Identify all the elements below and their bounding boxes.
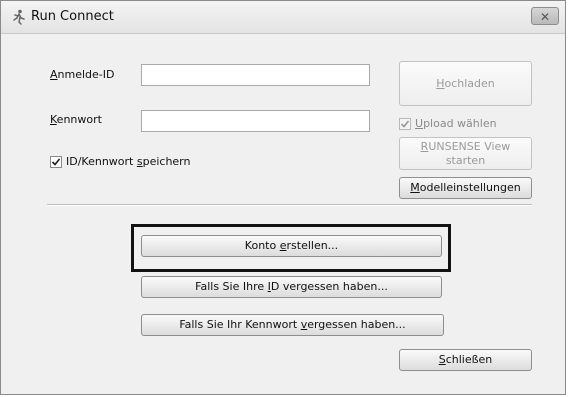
upload-button[interactable]: Hochladen <box>399 61 532 106</box>
run-connect-window: Run Connect ✕ Anmelde-ID Kennwort ID/Ken… <box>0 0 566 395</box>
login-id-label: Anmelde-ID <box>50 68 115 81</box>
checkmark-icon <box>51 158 61 166</box>
forgot-password-button[interactable]: Falls Sie Ihr Kennwort vergessen haben..… <box>141 314 444 336</box>
close-button[interactable]: Schließen <box>399 349 532 371</box>
runner-icon <box>11 9 27 25</box>
runsense-view-line2: starten <box>445 154 486 167</box>
close-icon: ✕ <box>539 10 551 24</box>
save-credentials-checkbox[interactable] <box>50 156 62 168</box>
select-upload-checkbox[interactable] <box>399 118 411 130</box>
forgot-id-button[interactable]: Falls Sie Ihre ID vergessen haben... <box>141 276 442 298</box>
runsense-view-button[interactable]: RUNSENSE View starten <box>399 137 532 170</box>
section-divider <box>47 204 532 206</box>
create-account-button[interactable]: Konto erstellen... <box>141 235 442 257</box>
model-settings-button[interactable]: Modelleinstellungen <box>399 177 532 199</box>
password-input[interactable] <box>141 110 370 132</box>
dialog-content: Anmelde-ID Kennwort ID/Kennwort speicher… <box>1 34 565 394</box>
title-bar: Run Connect ✕ <box>1 1 565 34</box>
select-upload-label: Upload wählen <box>415 117 497 130</box>
runsense-view-line1: RUNSENSE View <box>420 140 511 153</box>
window-close-button[interactable]: ✕ <box>531 7 559 25</box>
save-credentials-label: ID/Kennwort speichern <box>66 155 191 168</box>
checkmark-icon <box>400 120 410 128</box>
password-label: Kennwort <box>50 113 102 126</box>
window-title: Run Connect <box>31 9 114 24</box>
login-id-input[interactable] <box>141 64 370 86</box>
